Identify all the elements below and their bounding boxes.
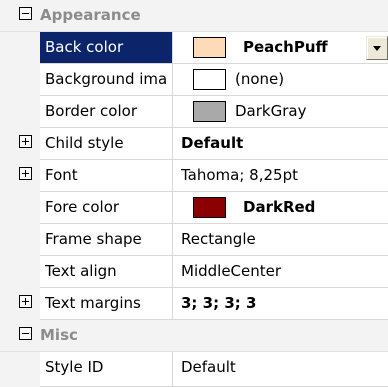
property-row-back-color[interactable]: Back color PeachPuff: [0, 32, 388, 64]
property-row-frame-shape[interactable]: Frame shape Rectangle: [0, 224, 388, 256]
property-name[interactable]: Text margins: [40, 288, 173, 320]
property-row-font[interactable]: Font Tahoma; 8,25pt: [0, 160, 388, 192]
category-label: Misc: [40, 326, 78, 344]
category-appearance[interactable]: Appearance: [0, 0, 388, 32]
expand-icon[interactable]: [19, 135, 32, 148]
property-value: PeachPuff: [243, 38, 328, 56]
property-name[interactable]: Fore color: [40, 192, 173, 224]
property-name[interactable]: Style ID: [40, 352, 173, 387]
category-label: Appearance: [40, 6, 141, 24]
color-swatch: [193, 197, 226, 218]
collapse-icon[interactable]: [19, 7, 32, 20]
color-swatch: [193, 101, 226, 122]
property-value[interactable]: 3; 3; 3; 3: [173, 288, 388, 320]
property-row-text-margins[interactable]: Text margins 3; 3; 3; 3: [0, 288, 388, 320]
property-row-style-id[interactable]: Style ID Default: [0, 352, 388, 387]
property-value[interactable]: Default: [173, 128, 388, 160]
property-value-cell[interactable]: DarkRed: [173, 192, 388, 224]
property-name[interactable]: Text align: [40, 256, 173, 288]
property-value-editor[interactable]: PeachPuff: [173, 32, 388, 64]
expand-icon[interactable]: [19, 295, 32, 308]
property-value: (none): [235, 70, 285, 88]
property-row-border-color[interactable]: Border color DarkGray: [0, 96, 388, 128]
category-misc[interactable]: Misc: [0, 320, 388, 352]
property-name[interactable]: Child style: [40, 128, 173, 160]
property-value[interactable]: Tahoma; 8,25pt: [173, 160, 388, 192]
property-value[interactable]: Default: [173, 352, 388, 387]
property-value: DarkRed: [243, 198, 316, 216]
property-value-cell[interactable]: DarkGray: [173, 96, 388, 128]
property-name[interactable]: Back color: [40, 32, 173, 64]
property-value: DarkGray: [235, 102, 307, 120]
chevron-down-icon: [373, 46, 381, 51]
property-name[interactable]: Background ima: [40, 64, 173, 96]
property-name[interactable]: Font: [40, 160, 173, 192]
property-value-cell[interactable]: (none): [173, 64, 388, 96]
property-name[interactable]: Frame shape: [40, 224, 173, 256]
expand-icon[interactable]: [19, 167, 32, 180]
dropdown-button[interactable]: [366, 36, 388, 60]
property-name[interactable]: Border color: [40, 96, 173, 128]
property-grid: Appearance Back color PeachPuff Backgrou…: [0, 0, 388, 387]
property-row-child-style[interactable]: Child style Default: [0, 128, 388, 160]
property-row-fore-color[interactable]: Fore color DarkRed: [0, 192, 388, 224]
property-value[interactable]: MiddleCenter: [173, 256, 388, 288]
color-swatch: [193, 37, 226, 58]
collapse-icon[interactable]: [19, 327, 32, 340]
property-row-background-image[interactable]: Background ima (none): [0, 64, 388, 96]
property-value[interactable]: Rectangle: [173, 224, 388, 256]
property-row-text-align[interactable]: Text align MiddleCenter: [0, 256, 388, 288]
image-swatch: [193, 69, 226, 90]
